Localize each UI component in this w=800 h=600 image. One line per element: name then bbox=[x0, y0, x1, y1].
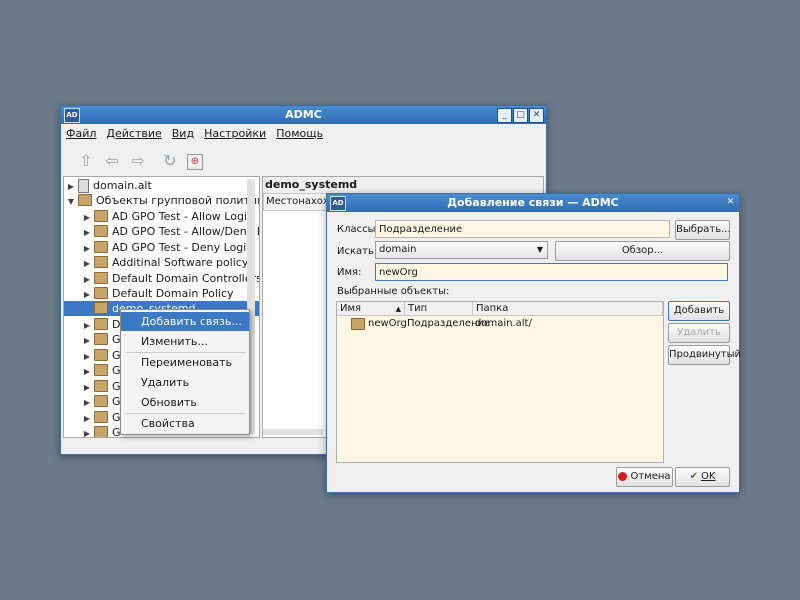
tree-item[interactable]: ▶ G bbox=[82, 363, 121, 378]
classes-label: Классы: bbox=[337, 224, 379, 235]
folder-icon bbox=[78, 194, 92, 206]
context-menu: Добавить связь... Изменить... Переименов… bbox=[120, 309, 250, 435]
tree-item[interactable]: ▶ Default Domain Policy bbox=[82, 286, 234, 301]
add-button[interactable]: Добавить bbox=[668, 301, 730, 321]
classes-field[interactable]: Подразделение bbox=[375, 220, 670, 238]
dialog-title: Добавление связи — ADMC bbox=[447, 196, 619, 209]
refresh-icon[interactable]: ↻ bbox=[161, 152, 179, 170]
tree-item[interactable]: ▶ G bbox=[82, 348, 121, 363]
search-in-select[interactable]: domain ▼ bbox=[375, 241, 548, 259]
table-row[interactable]: newOrg Подразделение domain.alt/ bbox=[337, 317, 663, 331]
folder-icon bbox=[94, 318, 108, 330]
tree-item[interactable]: ▶ D bbox=[82, 317, 120, 332]
menu-item-edit[interactable]: Изменить... bbox=[121, 332, 249, 351]
cancel-button[interactable]: Отмена bbox=[616, 467, 673, 487]
chevron-down-icon: ▼ bbox=[536, 245, 543, 254]
folder-icon bbox=[94, 302, 108, 314]
folder-icon bbox=[94, 256, 108, 268]
menu-view[interactable]: Вид bbox=[167, 125, 199, 142]
menu-item-add-link[interactable]: Добавить связь... bbox=[121, 312, 249, 331]
tree-item[interactable]: ▶ G bbox=[82, 332, 121, 347]
folder-icon bbox=[94, 333, 108, 345]
cancel-icon bbox=[618, 471, 628, 481]
folder-icon bbox=[94, 287, 108, 299]
back-arrow-icon[interactable]: ⇦ bbox=[103, 152, 121, 170]
name-label: Имя: bbox=[337, 267, 362, 278]
selected-objects-table: Имя ▲ Тип Папка newOrg Подразделение doma… bbox=[336, 301, 664, 463]
details-title: demo_systemd bbox=[263, 177, 543, 193]
folder-icon bbox=[94, 272, 108, 284]
menu-bar: Файл Действие Вид Настройки Помощь bbox=[61, 125, 546, 143]
column-header-folder[interactable]: Папка bbox=[473, 302, 663, 316]
tree-item[interactable]: ▶ Default Domain Controllers... bbox=[82, 271, 259, 286]
tree-item[interactable]: ▶ AD GPO Test - Deny Login bbox=[82, 240, 253, 255]
folder-icon bbox=[94, 380, 108, 392]
forward-arrow-icon[interactable]: ⇨ bbox=[129, 152, 147, 170]
tree-item[interactable]: ▶ G bbox=[82, 425, 121, 437]
menu-help[interactable]: Помощь bbox=[271, 125, 328, 142]
folder-icon bbox=[94, 241, 108, 253]
details-hscrollbar[interactable] bbox=[263, 429, 323, 435]
select-button[interactable]: Выбрать... bbox=[675, 220, 731, 240]
server-icon bbox=[78, 179, 89, 193]
folder-icon bbox=[94, 411, 108, 423]
row-name: newOrg bbox=[368, 318, 407, 329]
tree-item[interactable]: ▶ AD GPO Test - Allow Login bbox=[82, 209, 254, 224]
close-icon[interactable]: ✕ bbox=[529, 108, 544, 123]
close-icon[interactable]: ✕ bbox=[724, 196, 737, 209]
menu-settings[interactable]: Настройки bbox=[199, 125, 271, 142]
tree-root[interactable]: ▶ domain.alt bbox=[66, 178, 152, 193]
folder-icon bbox=[94, 364, 108, 376]
add-link-dialog: AD Добавление связи — ADMC ✕ Классы: Под… bbox=[326, 193, 741, 493]
browse-button[interactable]: Обзор... bbox=[555, 241, 730, 261]
menu-item-delete[interactable]: Удалить bbox=[121, 373, 249, 392]
folder-icon bbox=[94, 349, 108, 361]
tree-item[interactable]: ▶ G bbox=[82, 379, 121, 394]
name-field[interactable]: newOrg bbox=[375, 263, 728, 281]
remove-button[interactable]: Удалить bbox=[668, 323, 730, 343]
row-folder: domain.alt/ bbox=[475, 318, 532, 329]
menu-file[interactable]: Файл bbox=[61, 125, 101, 142]
minimize-icon[interactable]: _ bbox=[497, 108, 512, 123]
checkmark-icon: ✔ bbox=[689, 471, 698, 482]
menu-item-rename[interactable]: Переименовать bbox=[121, 353, 249, 372]
folder-icon bbox=[94, 395, 108, 407]
dialog-titlebar[interactable]: AD Добавление связи — ADMC ✕ bbox=[327, 194, 739, 212]
selected-objects-label: Выбранные объекты: bbox=[337, 286, 450, 297]
maximize-icon[interactable]: □ bbox=[513, 108, 528, 123]
tree-group[interactable]: ▼ Объекты групповой политики bbox=[66, 193, 259, 208]
ok-button[interactable]: ✔ OK bbox=[675, 467, 730, 487]
folder-icon bbox=[94, 426, 108, 437]
column-header-type[interactable]: Тип bbox=[405, 302, 473, 316]
column-header-name[interactable]: Имя ▲ bbox=[337, 302, 405, 316]
advanced-button[interactable]: Продвинутый bbox=[668, 345, 741, 365]
menu-action[interactable]: Действие bbox=[101, 125, 166, 142]
main-title: ADMC bbox=[285, 108, 322, 121]
menu-item-refresh[interactable]: Обновить bbox=[121, 393, 249, 412]
tree-item[interactable]: ▶ G bbox=[82, 394, 121, 409]
tree-item[interactable]: ▶ G bbox=[82, 410, 121, 425]
tree-item[interactable]: ▶ Additinal Software policy bbox=[82, 255, 248, 270]
tree-item[interactable]: ▶ AD GPO Test - Allow/Deny L... bbox=[82, 224, 259, 239]
filter-icon[interactable]: ⊕ bbox=[187, 154, 203, 170]
folder-icon bbox=[94, 225, 108, 237]
folder-icon bbox=[351, 318, 365, 330]
sort-arrow-icon: ▲ bbox=[395, 305, 401, 313]
folder-icon bbox=[94, 210, 108, 222]
main-titlebar[interactable]: AD ADMC _ □ ✕ bbox=[61, 106, 546, 124]
menu-item-properties[interactable]: Свойства bbox=[121, 414, 249, 433]
up-arrow-icon[interactable]: ⇧ bbox=[77, 152, 95, 170]
